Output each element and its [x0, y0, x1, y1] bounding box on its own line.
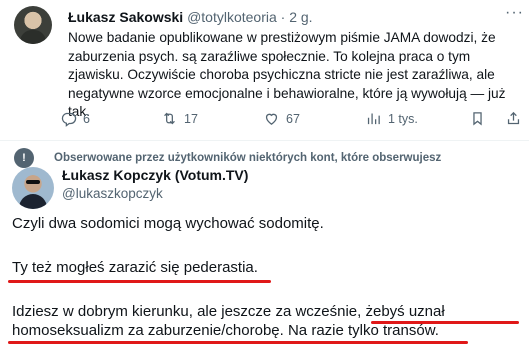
tweet-text: Nowe badanie opublikowane w prestiżowym …	[68, 30, 506, 119]
tweet-paragraph: Ty też mogłeś zarazić się pederastia.	[12, 259, 258, 276]
tweet-time[interactable]: 2 g.	[289, 9, 312, 25]
tweet-paragraph: homoseksualizm za zaburzenie/chorobę. Na…	[12, 322, 439, 339]
views-count: 1 tys.	[388, 111, 418, 126]
tweet-header: Łukasz Sakowski @totylkoteoria · 2 g.	[68, 9, 313, 25]
avatar[interactable]	[12, 167, 54, 209]
like-icon	[265, 113, 278, 125]
tweet-actions: 6 17 67 1 tys.	[60, 110, 525, 132]
retweet-count: 17	[184, 111, 198, 126]
tweet-paragraph: Czyli dwa sodomici mogą wychować sodomit…	[12, 215, 324, 232]
avatar[interactable]	[14, 6, 52, 44]
retweet-icon	[164, 112, 175, 125]
reply-icon	[61, 112, 77, 127]
red-underline	[8, 280, 271, 283]
more-icon[interactable]: ···	[505, 4, 524, 22]
author-name[interactable]: Łukasz Kopczyk (Votum.TV)	[62, 167, 248, 183]
red-underline	[371, 321, 519, 324]
tweet-paragraph: Idziesz w dobrym kierunku, ale jeszcze z…	[12, 303, 445, 320]
views-icon	[367, 113, 380, 125]
notice-text: Obserwowane przez użytkowników niektóryc…	[54, 152, 442, 164]
share-button[interactable]	[505, 110, 522, 127]
author-name[interactable]: Łukasz Sakowski	[68, 9, 183, 25]
bookmark-button[interactable]	[469, 110, 486, 127]
share-icon	[507, 111, 520, 125]
notice-icon: !	[14, 148, 34, 168]
followed-by-notice: ! Obserwowane przez użytkowników niektór…	[14, 148, 441, 168]
like-count: 67	[286, 111, 300, 126]
separator: ·	[276, 9, 290, 25]
bookmark-icon	[473, 112, 482, 126]
views-button[interactable]: 1 tys.	[365, 110, 418, 127]
author-handle[interactable]: @totylkoteoria	[187, 9, 277, 25]
red-underline	[8, 341, 468, 344]
tweet-original[interactable]: Łukasz Sakowski @totylkoteoria · 2 g. ··…	[0, 0, 529, 140]
retweet-button[interactable]: 17	[161, 110, 198, 127]
author-handle[interactable]: @lukaszkopczyk	[62, 186, 163, 201]
reply-button[interactable]: 6	[60, 110, 90, 127]
divider	[0, 140, 529, 141]
reply-count: 6	[83, 111, 90, 126]
like-button[interactable]: 67	[263, 110, 300, 127]
